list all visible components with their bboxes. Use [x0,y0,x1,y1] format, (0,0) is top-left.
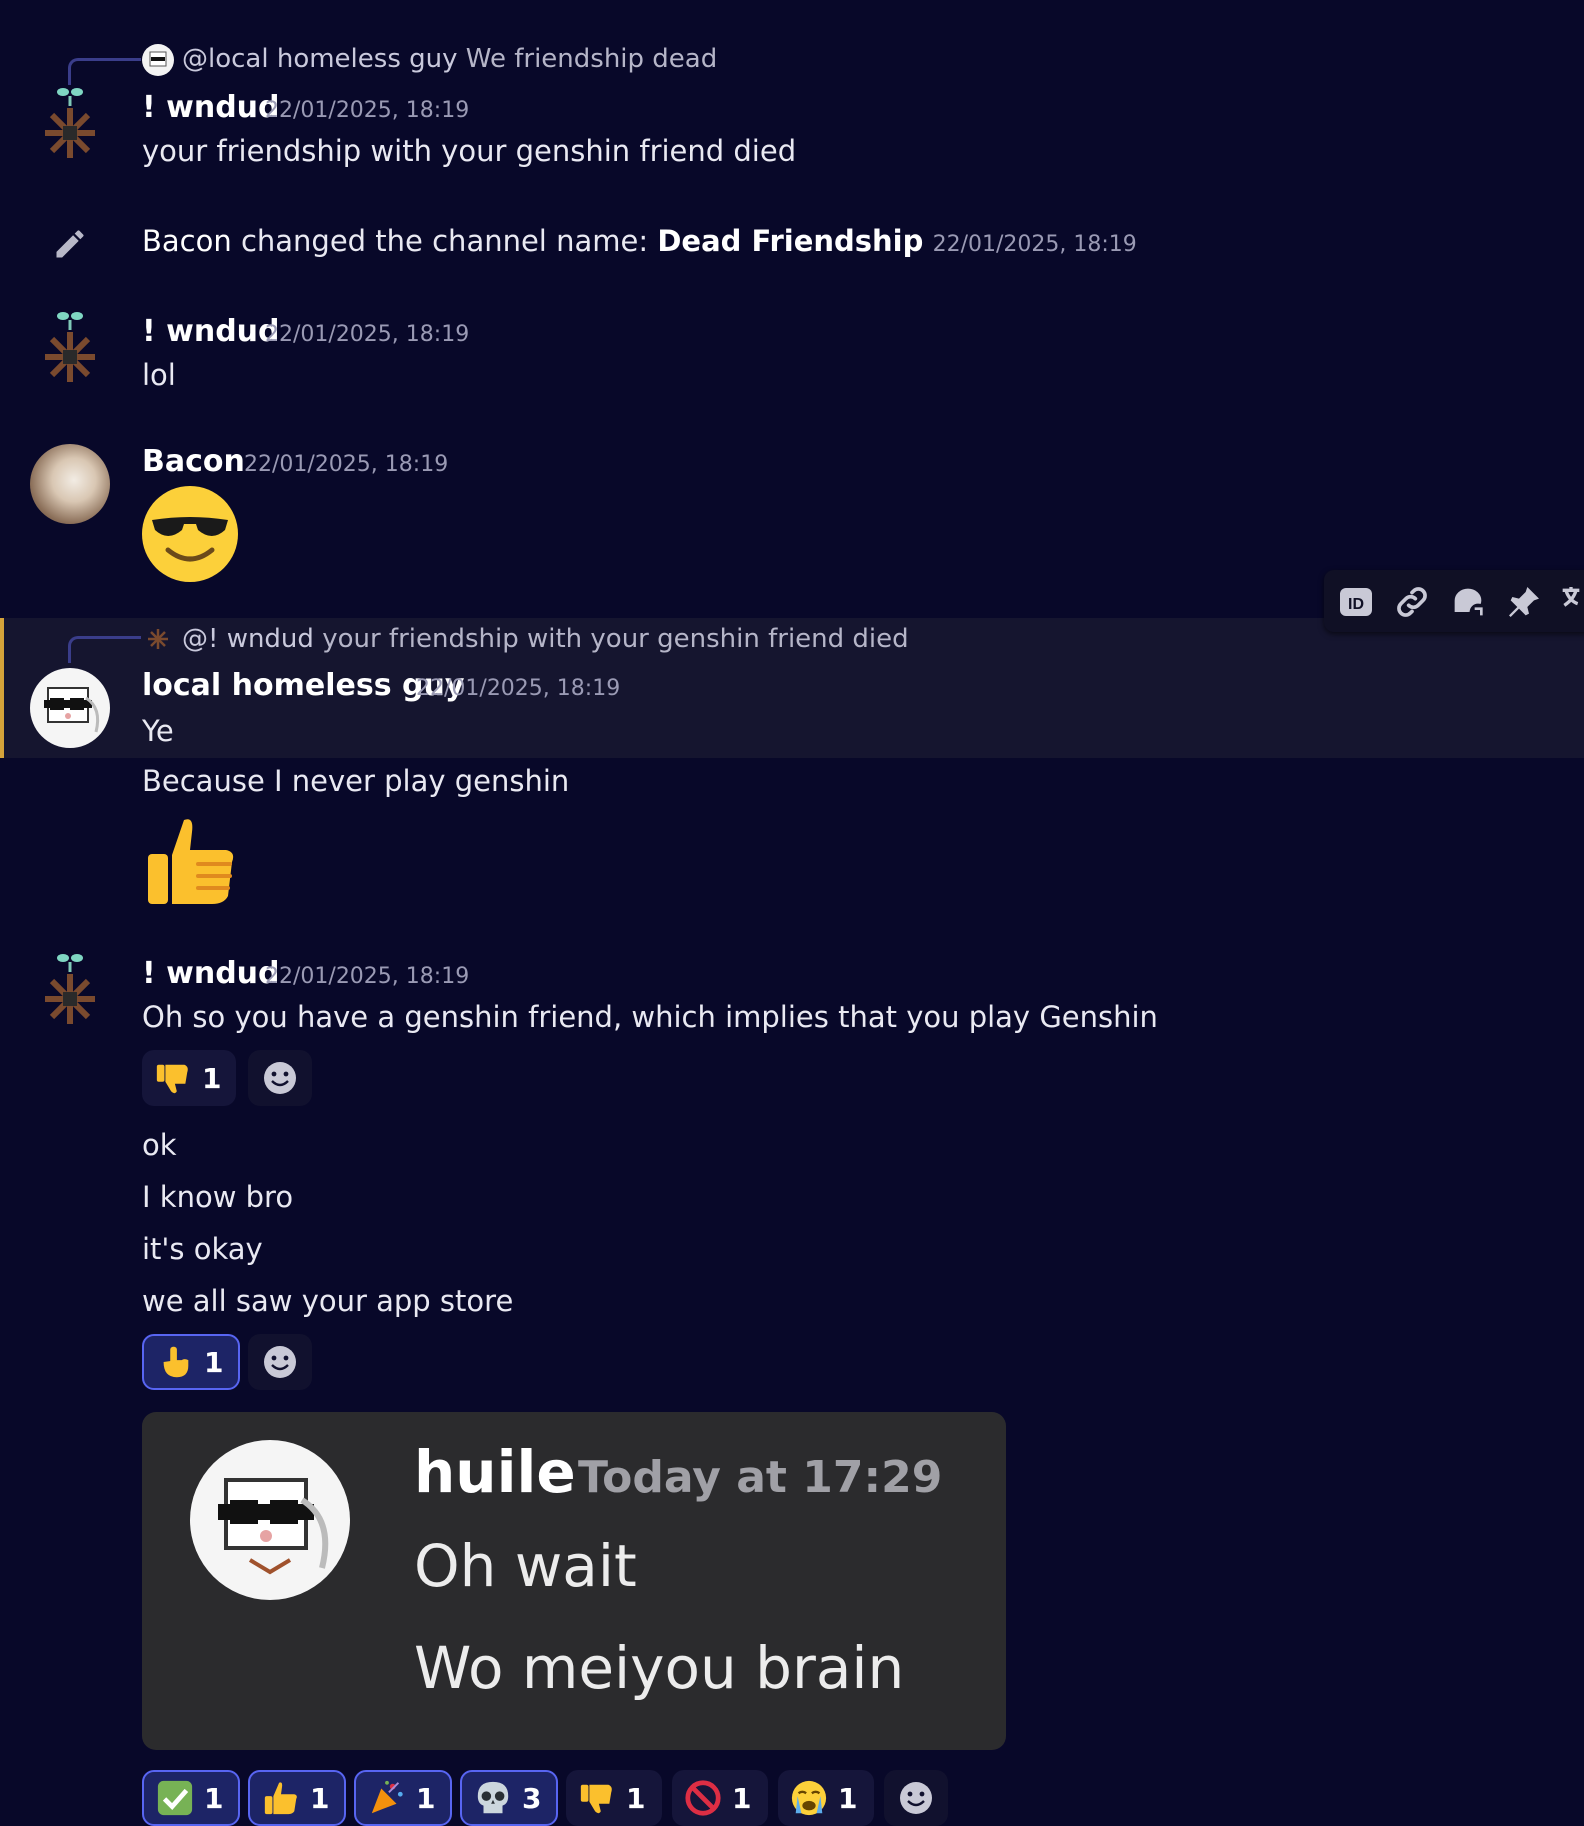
smiley-icon [264,1062,296,1094]
svg-text:ID: ID [1348,596,1364,613]
reaction-count: 1 [838,1781,858,1815]
check-mark-icon [157,1780,193,1816]
add-reaction-button[interactable] [248,1334,312,1390]
author-name[interactable]: Bacon [142,444,245,479]
message-toolbar: ID [1324,570,1584,632]
reaction-count: 1 [416,1781,436,1815]
author-name[interactable]: ! wndud [142,956,280,991]
avatar[interactable] [30,946,110,1036]
timestamp: 22/01/2025, 18:19 [244,452,449,477]
reaction-count: 1 [204,1345,224,1379]
reply-mention[interactable]: @! wndud [182,624,314,654]
smiley-icon [264,1346,296,1378]
message-text: Ye [142,714,174,748]
reaction-skull[interactable]: 3 [460,1770,558,1826]
author-name[interactable]: ! wndud [142,314,280,349]
avatar[interactable] [30,668,110,748]
translate-icon[interactable] [1556,582,1584,622]
reply-avatar[interactable] [142,44,174,76]
skull-icon [477,1781,509,1814]
id-icon[interactable]: ID [1336,582,1376,622]
message-text: your friendship with your genshin friend… [142,134,797,168]
reply-text: your friendship with your genshin friend… [322,624,909,654]
system-message: Bacon changed the channel name: Dead Fri… [142,224,1137,258]
reaction-point-up[interactable]: 1 [142,1334,240,1390]
link-icon[interactable] [1392,582,1432,622]
pin-icon[interactable] [1504,582,1544,622]
reaction-crying-face[interactable]: 1 [778,1770,874,1826]
add-reaction-button[interactable] [248,1050,312,1106]
thumbs-down-icon [156,1064,188,1094]
thumbs-up-emoji [142,810,242,910]
reaction-thumbs-down[interactable]: 1 [566,1770,662,1826]
crying-face-icon [791,1780,827,1816]
system-actor[interactable]: Bacon [142,224,232,258]
message-text: Because I never play genshin [142,764,570,798]
smiley-icon [900,1782,932,1814]
reaction-count: 1 [732,1781,752,1815]
thumbs-up-icon [264,1782,297,1815]
embed-text: Oh wait [414,1532,637,1600]
reply-preview[interactable]: @! wndud your friendship with your gensh… [182,624,909,654]
prohibited-icon [685,1780,721,1816]
author-name[interactable]: ! wndud [142,90,280,125]
reaction-count: 1 [202,1061,222,1095]
embed-author: huile [414,1438,576,1506]
reaction-count: 3 [522,1781,542,1815]
message-text: I know bro [142,1180,294,1214]
reply-avatar[interactable] [146,626,170,652]
reaction-count: 1 [626,1781,646,1815]
reaction-party-popper[interactable]: 1 [354,1770,452,1826]
embed-timestamp: Today at 17:29 [578,1452,943,1503]
reaction-check-mark[interactable]: 1 [142,1770,240,1826]
thumbs-down-icon [580,1784,612,1814]
thread-icon[interactable] [1448,582,1488,622]
embed-text: Wo meiyou brain [414,1634,905,1702]
channel-name: Dead Friendship [657,224,924,258]
timestamp: 22/01/2025, 18:19 [416,676,621,701]
reaction-thumbs-down[interactable]: 1 [142,1050,236,1106]
sunglasses-emoji [140,484,240,584]
reaction-prohibited[interactable]: 1 [672,1770,768,1826]
reaction-thumbs-up[interactable]: 1 [248,1770,346,1826]
system-action: changed the channel name: [240,224,649,258]
party-popper-icon [371,1780,403,1814]
timestamp: 22/01/2025, 18:19 [265,964,470,989]
avatar[interactable] [30,444,110,524]
reply-text: We friendship dead [465,44,718,74]
embed-avatar [190,1440,350,1600]
add-reaction-button[interactable] [884,1770,948,1826]
avatar[interactable] [30,304,110,394]
timestamp: 22/01/2025, 18:19 [932,232,1137,257]
reply-mention[interactable]: @local homeless guy [182,44,458,74]
message-text: lol [142,358,176,392]
pencil-icon [52,226,88,262]
message-text: Oh so you have a genshin friend, which i… [142,1000,1158,1034]
image-attachment[interactable]: huile Today at 17:29 Oh wait Wo meiyou b… [142,1412,1006,1750]
timestamp: 22/01/2025, 18:19 [265,322,470,347]
message-text: we all saw your app store [142,1284,514,1318]
point-up-icon [163,1346,189,1378]
timestamp: 22/01/2025, 18:19 [265,98,470,123]
avatar[interactable] [30,80,110,170]
reaction-count: 1 [310,1781,330,1815]
message-text: ok [142,1128,177,1162]
reply-preview[interactable]: @local homeless guy We friendship dead [182,44,717,74]
reaction-count: 1 [204,1781,224,1815]
message-text: it's okay [142,1232,263,1266]
reply-connector [68,636,141,663]
